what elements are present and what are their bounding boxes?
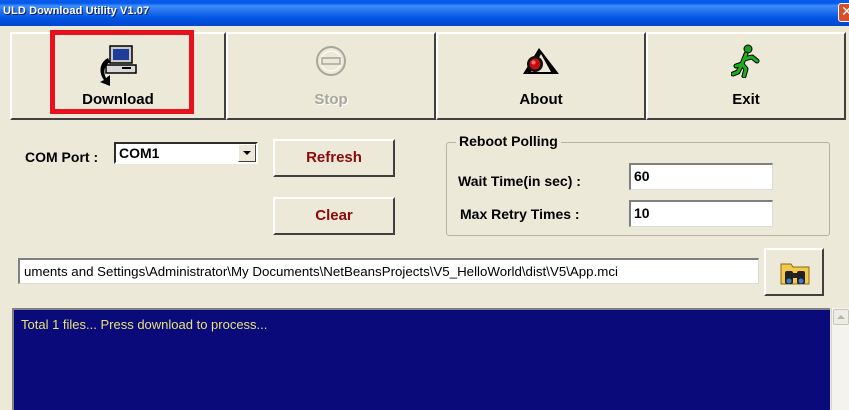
stop-icon xyxy=(314,44,348,83)
com-port-label: COM Port : xyxy=(25,149,99,165)
com-port-value: COM1 xyxy=(119,145,160,161)
download-label: Download xyxy=(82,91,154,108)
download-computer-icon xyxy=(96,44,140,93)
reboot-polling-title: Reboot Polling xyxy=(456,133,561,149)
max-retry-input[interactable]: 10 xyxy=(629,200,773,227)
dropdown-button[interactable] xyxy=(238,144,256,162)
running-man-icon xyxy=(730,44,761,83)
com-port-select[interactable]: COM1 xyxy=(114,142,258,164)
max-retry-value: 10 xyxy=(634,205,650,221)
toolbar: Download Stop About Exit xyxy=(10,30,846,120)
exit-label: Exit xyxy=(732,91,760,108)
title-bar[interactable]: ULD Download Utility V1.07 ✕ xyxy=(0,0,849,26)
about-button[interactable]: About xyxy=(436,32,646,120)
binoculars-folder-icon xyxy=(779,258,811,293)
refresh-button[interactable]: Refresh xyxy=(273,139,395,177)
about-logo-icon xyxy=(521,44,561,85)
log-text: Total 1 files... Press download to proce… xyxy=(21,317,268,332)
wait-time-label: Wait Time(in sec) : xyxy=(458,173,581,189)
stop-button[interactable]: Stop xyxy=(226,32,436,120)
window-title: ULD Download Utility V1.07 xyxy=(3,5,150,17)
close-icon: ✕ xyxy=(841,4,849,20)
chevron-up-icon xyxy=(837,315,845,319)
log-scrollbar[interactable] xyxy=(831,308,849,410)
close-button[interactable]: ✕ xyxy=(838,3,849,22)
log-output[interactable]: Total 1 files... Press download to proce… xyxy=(12,308,830,410)
stop-label: Stop xyxy=(314,91,348,108)
download-button[interactable]: Download xyxy=(10,32,226,120)
max-retry-label: Max Retry Times : xyxy=(460,206,580,222)
scroll-up-button[interactable] xyxy=(833,309,849,325)
file-path-input[interactable]: uments and Settings\Administrator\My Doc… xyxy=(18,258,759,284)
about-label: About xyxy=(519,91,563,108)
file-path-value: uments and Settings\Administrator\My Doc… xyxy=(24,264,618,279)
wait-time-value: 60 xyxy=(634,168,650,184)
clear-button[interactable]: Clear xyxy=(273,197,395,235)
chevron-down-icon xyxy=(243,151,251,155)
exit-button[interactable]: Exit xyxy=(646,32,846,120)
wait-time-input[interactable]: 60 xyxy=(629,163,773,190)
browse-button[interactable] xyxy=(764,248,824,296)
